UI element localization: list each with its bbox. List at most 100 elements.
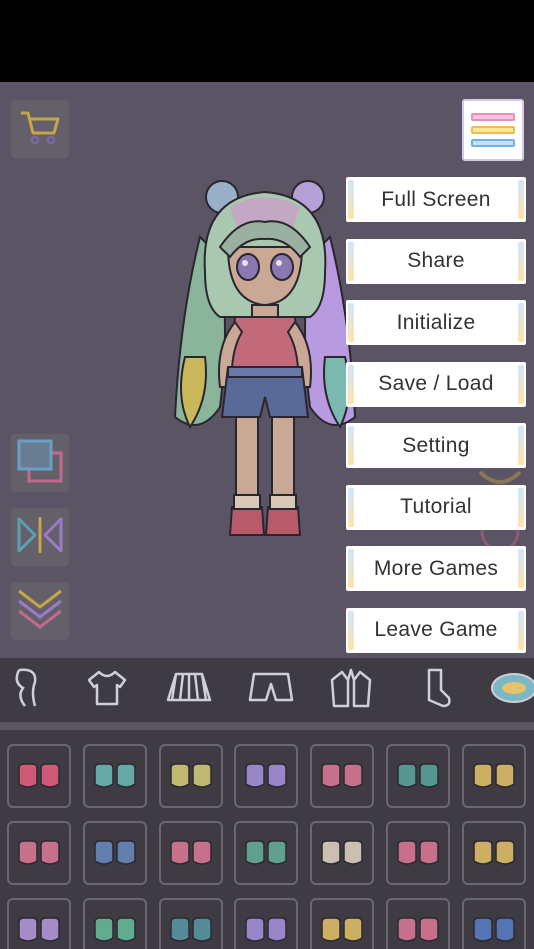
shoes-thumbnail bbox=[321, 763, 363, 788]
jacket-icon bbox=[326, 666, 376, 715]
shoe-shape bbox=[40, 763, 60, 788]
leave-game-button[interactable]: Leave Game bbox=[346, 607, 526, 653]
shoe-shape bbox=[116, 763, 136, 788]
menu-bar-yellow bbox=[471, 126, 515, 134]
shoe-shape bbox=[473, 763, 493, 788]
shoe-shape bbox=[192, 840, 212, 865]
item-slot[interactable] bbox=[7, 744, 71, 808]
shoe-shape bbox=[170, 917, 190, 942]
flip-icon bbox=[15, 513, 65, 562]
shoes-thumbnail bbox=[397, 840, 439, 865]
shoes-thumbnail bbox=[170, 917, 212, 942]
shoes-thumbnail bbox=[321, 840, 363, 865]
full-screen-button[interactable]: Full Screen bbox=[346, 177, 526, 222]
tab-shorts[interactable] bbox=[246, 666, 296, 714]
shoe-shape bbox=[18, 840, 38, 865]
menu-bar-blue bbox=[471, 139, 515, 147]
shoe-shape bbox=[495, 840, 515, 865]
shoes-thumbnail bbox=[170, 840, 212, 865]
item-slot[interactable] bbox=[310, 744, 374, 808]
cart-icon bbox=[18, 107, 62, 152]
initialize-button[interactable]: Initialize bbox=[346, 300, 526, 345]
tab-jacket[interactable] bbox=[326, 666, 376, 714]
collapse-button[interactable] bbox=[11, 582, 69, 640]
sock-icon bbox=[415, 666, 455, 715]
item-slot[interactable] bbox=[159, 744, 223, 808]
shoe-shape bbox=[267, 917, 287, 942]
character-avatar[interactable] bbox=[160, 177, 370, 557]
category-tab-bar bbox=[0, 658, 534, 722]
shoe-shape bbox=[343, 840, 363, 865]
item-slot[interactable] bbox=[462, 744, 526, 808]
hair-icon bbox=[7, 666, 47, 715]
item-slot[interactable] bbox=[310, 898, 374, 949]
item-slot[interactable] bbox=[386, 744, 450, 808]
setting-button[interactable]: Setting bbox=[346, 423, 526, 468]
tab-accessory[interactable] bbox=[486, 666, 534, 714]
tutorial-button[interactable]: Tutorial bbox=[346, 484, 526, 530]
shoe-shape bbox=[192, 917, 212, 942]
shoe-shape bbox=[321, 917, 341, 942]
shoe-shape bbox=[419, 763, 439, 788]
item-slot[interactable] bbox=[83, 744, 147, 808]
shoe-shape bbox=[473, 917, 493, 942]
shoe-shape bbox=[170, 763, 190, 788]
shoes-thumbnail bbox=[245, 917, 287, 942]
item-slot[interactable] bbox=[234, 821, 298, 885]
shop-button[interactable] bbox=[11, 100, 69, 158]
shoe-shape bbox=[343, 763, 363, 788]
shoe-shape bbox=[245, 763, 265, 788]
item-slot[interactable] bbox=[386, 821, 450, 885]
more-games-button[interactable]: More Games bbox=[346, 546, 526, 591]
flip-button[interactable] bbox=[11, 508, 69, 566]
shoes-thumbnail bbox=[245, 763, 287, 788]
shoe-shape bbox=[170, 840, 190, 865]
item-slot[interactable] bbox=[159, 898, 223, 949]
tab-skirt[interactable] bbox=[164, 666, 214, 714]
accessory-icon bbox=[486, 668, 534, 713]
layer-button[interactable] bbox=[11, 434, 69, 492]
shoe-shape bbox=[192, 763, 212, 788]
shoe-shape bbox=[397, 917, 417, 942]
item-slot[interactable] bbox=[159, 821, 223, 885]
shoe-shape bbox=[343, 917, 363, 942]
item-slot[interactable] bbox=[462, 898, 526, 949]
item-slot[interactable] bbox=[83, 898, 147, 949]
shoes-thumbnail bbox=[94, 763, 136, 788]
shoe-shape bbox=[40, 840, 60, 865]
menu-bar-pink bbox=[471, 113, 515, 121]
menu-button[interactable] bbox=[462, 99, 524, 161]
shoes-thumbnail bbox=[18, 763, 60, 788]
item-slot[interactable] bbox=[7, 821, 71, 885]
shoe-shape bbox=[267, 840, 287, 865]
shoe-shape bbox=[94, 917, 114, 942]
item-slot[interactable] bbox=[7, 898, 71, 949]
shoe-shape bbox=[397, 763, 417, 788]
item-slot[interactable] bbox=[83, 821, 147, 885]
save-load-button[interactable]: Save / Load bbox=[346, 361, 526, 407]
shoe-shape bbox=[245, 840, 265, 865]
shoes-thumbnail bbox=[397, 763, 439, 788]
shoes-thumbnail bbox=[473, 763, 515, 788]
shoe-shape bbox=[495, 917, 515, 942]
item-slot[interactable] bbox=[310, 821, 374, 885]
shoe-shape bbox=[94, 840, 114, 865]
shoes-thumbnail bbox=[94, 840, 136, 865]
shoe-shape bbox=[321, 763, 341, 788]
tab-shirt[interactable] bbox=[82, 666, 132, 714]
shoes-thumbnail bbox=[473, 840, 515, 865]
shorts-icon bbox=[248, 668, 294, 713]
item-slot[interactable] bbox=[234, 744, 298, 808]
share-button[interactable]: Share bbox=[346, 238, 526, 284]
double-chevron-down-icon bbox=[15, 585, 65, 638]
dress-up-stage: Full Screen Share Initialize Save / Load… bbox=[0, 82, 534, 658]
tab-socks[interactable] bbox=[410, 666, 460, 714]
shoes-thumbnail bbox=[94, 917, 136, 942]
shoes-thumbnail bbox=[397, 917, 439, 942]
shoes-thumbnail bbox=[245, 840, 287, 865]
item-slot[interactable] bbox=[386, 898, 450, 949]
shoes-thumbnail bbox=[170, 763, 212, 788]
item-slot[interactable] bbox=[234, 898, 298, 949]
item-slot[interactable] bbox=[462, 821, 526, 885]
tab-hair[interactable] bbox=[2, 666, 52, 714]
